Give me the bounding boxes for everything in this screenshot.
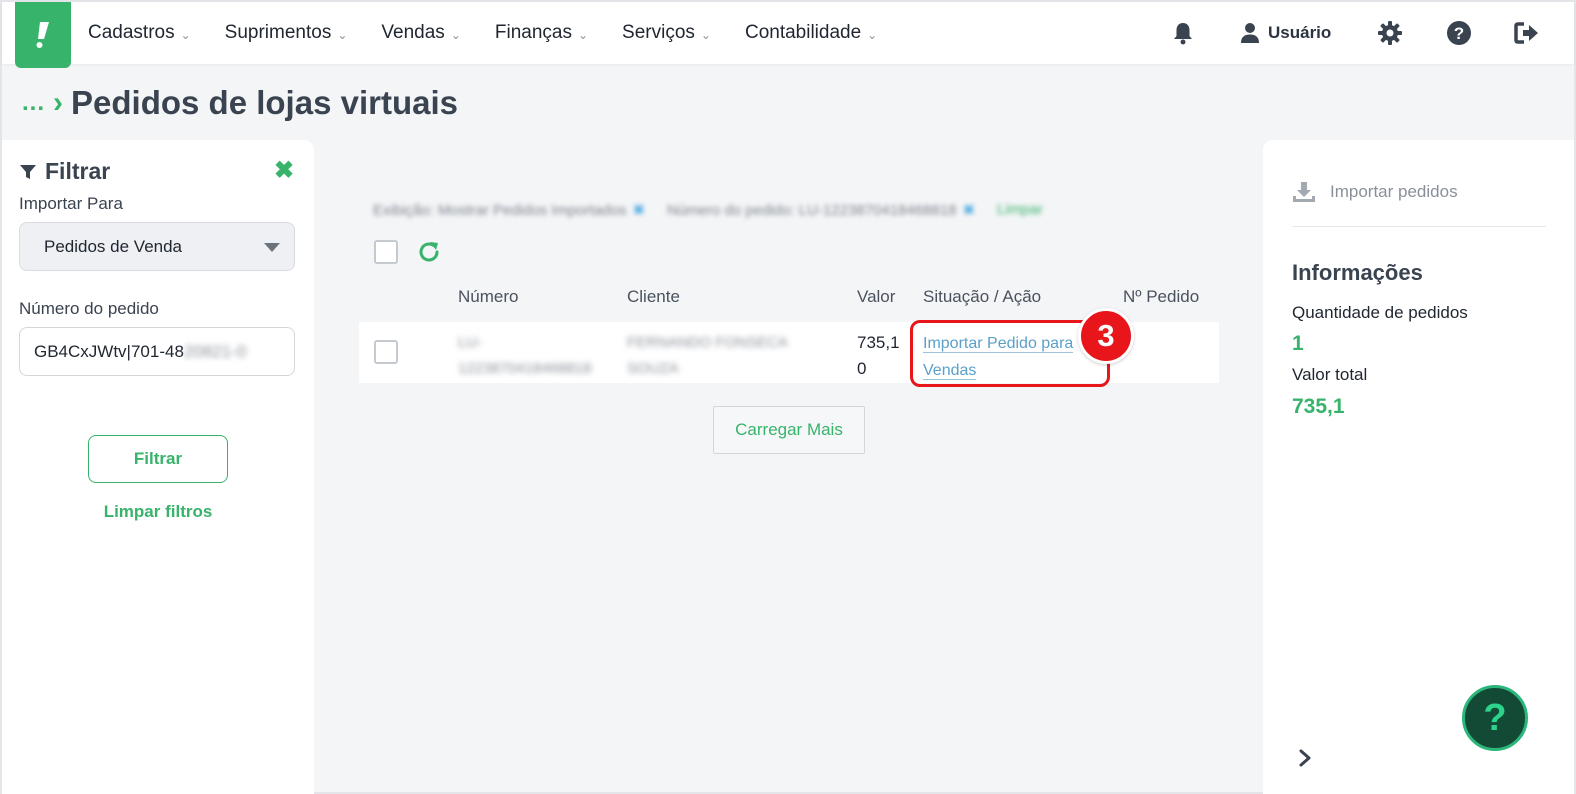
order-number-value-blurred: 20821-0 [183,341,247,361]
filter-header: Filtrar [19,158,110,185]
breadcrumb: ... › Pedidos de lojas virtuais [22,84,458,122]
import-order-link-line2: Vendas [923,362,977,380]
import-orders-link[interactable]: Importar pedidos [1292,180,1458,204]
caret-down-icon [264,243,280,252]
download-icon [1293,182,1315,202]
filter-icon [20,164,36,179]
menu-label: Vendas [381,22,445,43]
page-title: Pedidos de lojas virtuais [71,84,458,121]
chevron-down-icon: ⌄ [180,27,191,42]
divider [1292,226,1546,227]
chevron-right-icon[interactable] [1297,748,1313,773]
app-logo[interactable] [15,2,71,68]
close-icon[interactable]: ✖ [274,156,294,185]
chevron-down-icon: ⌄ [700,27,711,42]
active-filter-display-text: Exibição: Mostrar Pedidos Importados [373,202,627,219]
help-chat-button[interactable]: ? [1462,685,1528,751]
breadcrumb-ellipsis[interactable]: ... [22,89,45,117]
remove-filter-icon: ✖ [962,202,976,219]
active-filter-order-text: Número do pedido: LU-1223870418468818 [667,202,957,219]
user-menu[interactable]: Usuário [1240,19,1331,47]
user-label: Usuário [1268,23,1332,42]
column-header-pedido[interactable]: Nº Pedido [1123,287,1199,307]
import-to-select[interactable]: Pedidos de Venda [19,222,295,271]
chevron-down-icon: ⌄ [577,27,589,42]
column-header-numero[interactable]: Número [458,287,518,307]
order-number-label: Número do pedido [19,299,159,318]
svg-text:?: ? [1454,24,1464,43]
clear-active-filters[interactable]: Limpar [997,201,1043,219]
import-to-label: Importar Para [19,194,123,213]
row-checkbox[interactable] [374,340,398,364]
row-valor-line2: 0 [857,359,867,378]
user-icon [1241,23,1259,43]
import-orders-label: Importar pedidos [1330,182,1458,201]
import-order-link-line1: Importar Pedido para [923,335,1074,353]
remove-filter-icon: ✖ [632,202,646,219]
menu-label: Cadastros [88,22,175,43]
row-numero: LU-1223870418468818 [458,334,592,377]
menu-cadastros[interactable]: Cadastros ⌄ [88,22,191,44]
info-title: Informações [1292,260,1423,285]
chevron-down-icon: ⌄ [867,27,878,42]
menu-contabilidade[interactable]: Contabilidade ⌄ [745,22,877,44]
total-label: Valor total [1292,365,1368,384]
row-cliente: FERNANDO FONSECA SOUZA [627,334,788,377]
column-header-cliente[interactable]: Cliente [627,287,680,307]
bell-icon[interactable] [1169,19,1197,47]
menu-vendas[interactable]: Vendas ⌄ [381,22,460,44]
logout-icon[interactable] [1513,19,1541,47]
column-header-situacao[interactable]: Situação / Ação [923,287,1041,307]
top-navigation-bar: Cadastros ⌄ Suprimentos ⌄ Vendas ⌄ Finanças… [2,2,1574,68]
menu-label: Suprimentos [224,22,332,43]
clear-filters-link[interactable]: Limpar filtros [2,502,314,522]
gear-icon[interactable] [1376,19,1404,47]
active-filter-order[interactable]: Número do pedido: LU-1223870418468818 ✖ [667,201,975,219]
import-order-link[interactable]: Importar Pedido para Vendas [923,330,1074,384]
chevron-down-icon: ⌄ [450,27,461,42]
help-icon[interactable]: ? [1445,19,1473,47]
order-number-value: GB4CxJWtv|701-48 [34,341,184,361]
logo-mark-icon [36,22,49,48]
qty-value: 1 [1292,332,1304,355]
column-header-valor[interactable]: Valor [857,287,895,307]
info-panel: Importar pedidos Informações Quantidade … [1263,140,1574,794]
qty-label: Quantidade de pedidos [1292,303,1468,322]
menu-label: Finanças [494,22,572,43]
refresh-icon[interactable] [416,239,442,265]
step-badge: 3 [1078,308,1134,364]
chevron-right-icon: › [53,86,64,119]
total-value: 735,1 [1292,395,1345,418]
active-filter-display[interactable]: Exibição: Mostrar Pedidos Importados ✖ [373,201,645,219]
menu-label: Contabilidade [744,22,862,43]
chevron-down-icon: ⌄ [337,27,348,42]
filter-button[interactable]: Filtrar [88,435,228,483]
select-all-checkbox[interactable] [374,240,398,264]
menu-financas[interactable]: Finanças ⌄ [495,22,588,44]
active-filters: Exibição: Mostrar Pedidos Importados ✖ Nú… [373,201,1043,219]
order-number-input[interactable]: GB4CxJWtv|701-48 20821-0 [19,327,295,376]
filter-title: Filtrar [45,158,111,184]
filter-panel: Filtrar ✖ Importar Para Pedidos de Venda… [2,140,314,794]
menu-servicos[interactable]: Serviços ⌄ [622,22,711,44]
menu-suprimentos[interactable]: Suprimentos ⌄ [225,22,348,44]
row-valor: 735,1 0 [857,330,900,382]
main-menu: Cadastros ⌄ Suprimentos ⌄ Vendas ⌄ Finanças… [88,2,877,64]
load-more-button[interactable]: Carregar Mais [713,406,865,454]
menu-label: Serviços [622,22,695,43]
row-valor-line1: 735,1 [857,333,900,352]
import-to-value: Pedidos de Venda [44,236,183,256]
question-icon: ? [1483,696,1507,739]
